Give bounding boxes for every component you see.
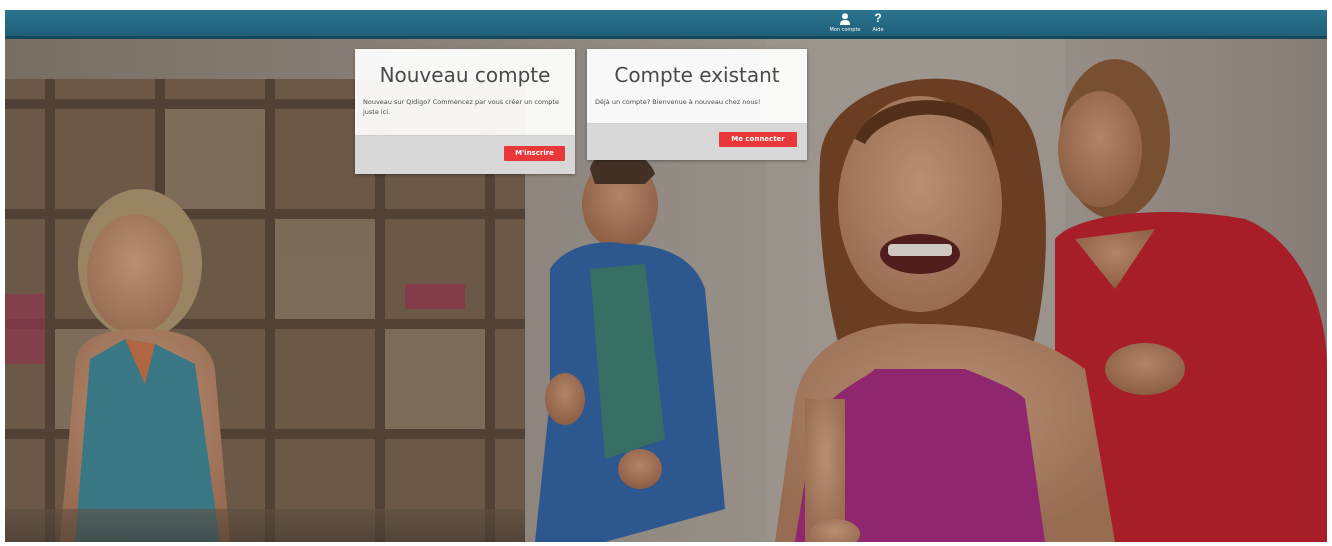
- new-account-description: Nouveau sur Qidigo? Commencez par vous c…: [363, 98, 559, 116]
- help-link[interactable]: ? Aide: [869, 12, 887, 34]
- existing-account-card: Compte existant Déjà un compte? Bienvenu…: [587, 49, 807, 160]
- new-account-title: Nouveau compte: [379, 63, 551, 87]
- user-icon: [840, 13, 850, 25]
- my-account-link[interactable]: Mon compte: [828, 12, 862, 34]
- new-account-card: Nouveau compte Nouveau sur Qidigo? Comme…: [355, 49, 575, 174]
- existing-account-title: Compte existant: [614, 63, 780, 87]
- new-account-card-footer: M'inscrire: [355, 135, 575, 174]
- existing-account-description: Déjà un compte? Bienvenue à nouveau chez…: [595, 98, 761, 106]
- existing-account-card-footer: Me connecter: [587, 123, 807, 160]
- sign-up-button[interactable]: M'inscrire: [504, 146, 565, 161]
- help-label: Aide: [872, 27, 884, 33]
- my-account-label: Mon compte: [829, 27, 861, 33]
- log-in-button[interactable]: Me connecter: [719, 132, 797, 147]
- app-frame: Mon compte ? Aide Nouveau compte Nouveau…: [5, 10, 1327, 542]
- question-mark-icon: ?: [874, 11, 882, 25]
- top-navigation-bar: Mon compte ? Aide: [5, 10, 1327, 39]
